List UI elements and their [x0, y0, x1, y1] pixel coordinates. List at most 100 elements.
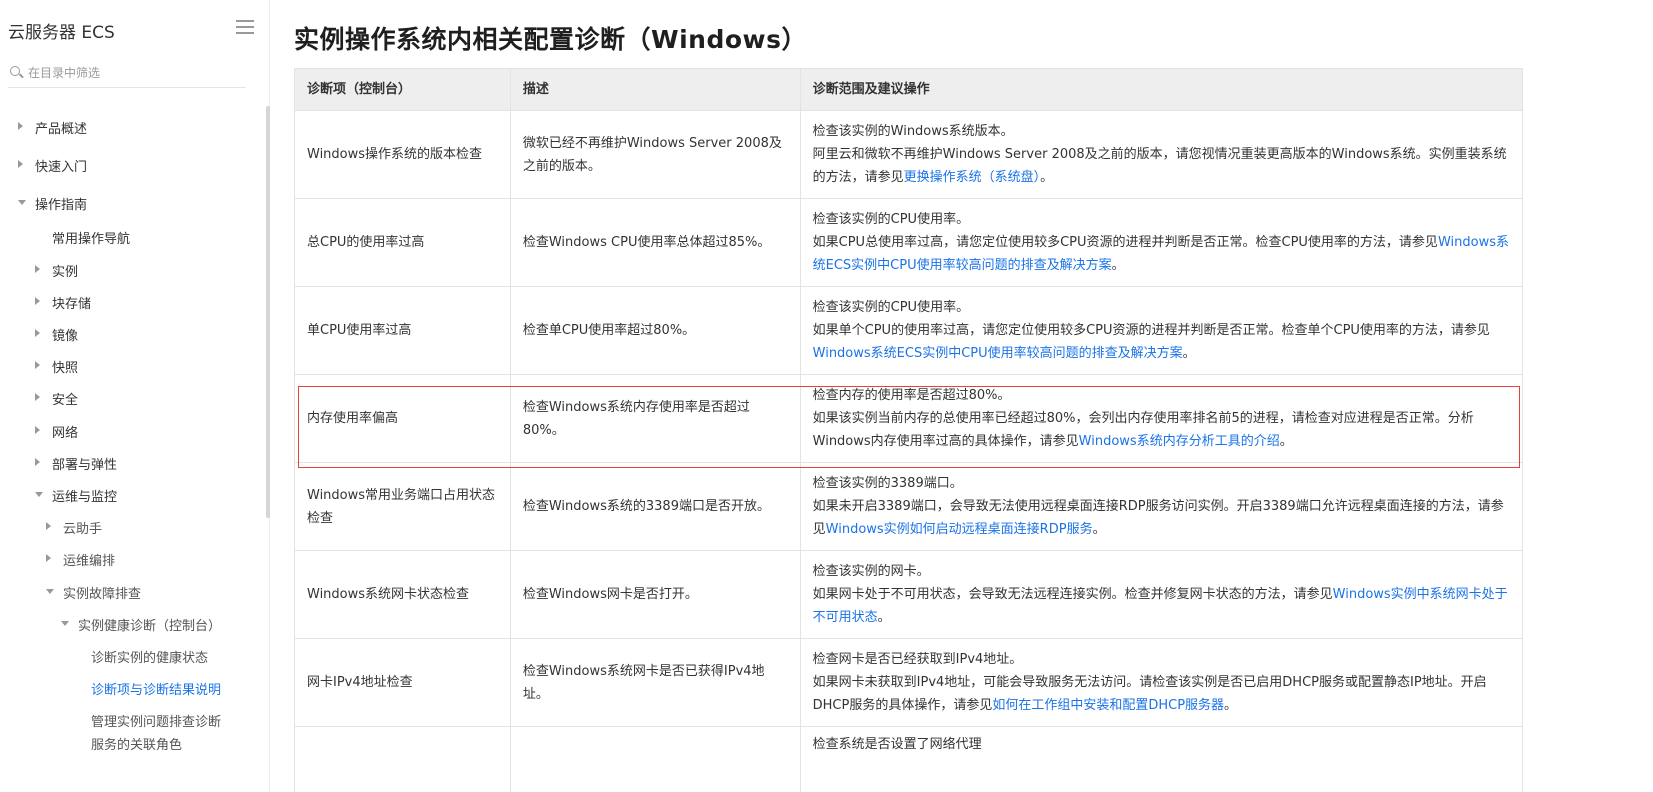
table-row: Windows操作系统的版本检查 微软已经不再维护Windows Server …: [294, 110, 1524, 199]
nav-item-manage-role-cont[interactable]: 服务的关联角色: [91, 734, 182, 753]
chevron-down-icon: [46, 589, 54, 594]
nav-item-deploy-elastic[interactable]: 部署与弹性: [35, 454, 118, 473]
nav-item-troubleshoot[interactable]: 实例故障排查: [46, 583, 142, 602]
nav-label: 操作指南: [35, 198, 88, 213]
nav-label: 实例故障排查: [63, 587, 142, 602]
nav-label: 产品概述: [35, 122, 88, 137]
diag-item-cell: 内存使用率偏高: [294, 374, 511, 463]
nav-item-health-diagnosis[interactable]: 实例健康诊断（控制台）: [61, 615, 222, 634]
nav-item-product-overview[interactable]: 产品概述: [18, 118, 88, 137]
diag-item-cell: 单CPU使用率过高: [294, 286, 511, 375]
diag-item-cell: Windows系统网卡状态检查: [294, 550, 511, 639]
chevron-right-icon: [35, 297, 40, 305]
table-row: Windows系统网卡状态检查 检查Windows网卡是否打开。 检查该实例的网…: [294, 550, 1524, 639]
advice-cell: 检查该实例的Windows系统版本。 阿里云和微软不再维护Windows Serv…: [799, 110, 1524, 199]
nav-item-common-ops[interactable]: 常用操作导航: [52, 228, 130, 247]
advice-line: 检查内存的使用率是否超过80%。: [812, 388, 1011, 403]
advice-text: 如果单个CPU的使用率过高，请您定位使用较多CPU资源的进程并判断是否正常。检查…: [812, 323, 1490, 338]
doc-link[interactable]: 如何在工作组中安装和配置DHCP服务器: [992, 698, 1224, 713]
diag-item-cell: 总CPU的使用率过高: [294, 198, 511, 287]
advice-cell: 检查系统是否设置了网络代理: [799, 726, 1524, 792]
advice-tail: 。: [1092, 522, 1106, 537]
nav-item-quick-start[interactable]: 快速入门: [18, 156, 87, 175]
nav-item-instance[interactable]: 实例: [35, 261, 79, 280]
nav-label: 镜像: [52, 329, 79, 344]
column-header: 诊断项（控制台）: [294, 68, 511, 111]
nav-label: 诊断项与诊断结果说明: [91, 683, 222, 698]
advice-tail: 。: [1279, 434, 1293, 449]
advice-tail: 。: [1040, 170, 1054, 185]
chevron-down-icon: [61, 621, 69, 626]
chevron-right-icon: [18, 160, 23, 168]
product-title: 云服务器 ECS: [8, 23, 115, 43]
page-title: 实例操作系统内相关配置诊断（Windows）: [294, 25, 807, 54]
chevron-down-icon: [35, 492, 43, 497]
nav-item-oos[interactable]: 运维编排: [46, 550, 116, 569]
sidebar-scrollbar[interactable]: [266, 106, 270, 518]
diag-item-cell: 网卡IPv4地址检查: [294, 638, 511, 727]
advice-line: 检查该实例的3389端口。: [812, 476, 963, 491]
nav-label: 运维编排: [63, 554, 116, 569]
description-cell: 检查单CPU使用率超过80%。: [509, 286, 801, 375]
nav-item-block-storage[interactable]: 块存储: [35, 293, 91, 312]
nav-item-user-guide[interactable]: 操作指南: [18, 194, 88, 213]
nav-label: 管理实例问题排查诊断: [91, 715, 222, 730]
nav-item-network[interactable]: 网络: [35, 422, 79, 441]
advice-line: 检查该实例的Windows系统版本。: [812, 124, 1014, 139]
chevron-right-icon: [35, 361, 40, 369]
toc-filter-input[interactable]: [28, 63, 238, 83]
chevron-right-icon: [46, 522, 51, 530]
column-header: 诊断范围及建议操作: [799, 68, 1524, 111]
advice-cell: 检查该实例的CPU使用率。如果CPU总使用率过高，请您定位使用较多CPU资源的进…: [799, 198, 1524, 287]
nav-item-security[interactable]: 安全: [35, 389, 78, 408]
chevron-right-icon: [18, 122, 23, 130]
description-cell: 检查Windows网卡是否打开。: [509, 550, 801, 639]
doc-link[interactable]: 更换操作系统（系统盘）: [904, 170, 1041, 185]
nav-item-ops-monitor[interactable]: 运维与监控: [35, 486, 117, 505]
advice-text: 如果CPU总使用率过高，请您定位使用较多CPU资源的进程并判断是否正常。检查CP…: [812, 235, 1438, 250]
advice-line: 检查该实例的网卡。: [812, 564, 930, 579]
nav-label: 快照: [52, 361, 79, 376]
nav-item-diag-items-results[interactable]: 诊断项与诊断结果说明: [91, 679, 221, 698]
nav-item-cloud-assistant[interactable]: 云助手: [46, 518, 103, 537]
doc-link[interactable]: Windows系统内存分析工具的介绍: [1079, 434, 1280, 449]
description-cell: 检查Windows系统的3389端口是否开放。: [509, 462, 801, 551]
nav-label: 云助手: [63, 522, 103, 537]
chevron-right-icon: [35, 329, 40, 337]
description-cell: [509, 726, 801, 792]
advice-tail: 。: [877, 610, 891, 625]
description-cell: 微软已经不再维护Windows Server 2008及之前的版本。: [509, 110, 801, 199]
nav-label: 部署与弹性: [52, 458, 118, 473]
doc-link[interactable]: Windows实例如何启动远程桌面连接RDP服务: [826, 522, 1093, 537]
nav-item-snapshot[interactable]: 快照: [35, 357, 79, 376]
advice-tail: 。: [1111, 258, 1125, 273]
hamburger-menu-icon[interactable]: [236, 20, 254, 36]
nav-label: 实例: [52, 265, 79, 280]
sidebar: 云服务器 ECS 产品概述 快速入门 操作指南 常用操作导航 实例 块存储 镜像…: [0, 0, 270, 792]
table-row: 网卡IPv4地址检查 检查Windows系统网卡是否已获得IPv4地址。 检查网…: [294, 638, 1524, 727]
advice-cell: 检查内存的使用率是否超过80%。 如果该实例当前内存的总使用率已经超过80%，会列…: [799, 374, 1524, 463]
chevron-down-icon: [18, 200, 26, 205]
nav-item-image[interactable]: 镜像: [35, 325, 79, 344]
chevron-right-icon: [35, 265, 40, 273]
nav-label: 网络: [52, 426, 79, 441]
chevron-right-icon: [35, 458, 40, 466]
chevron-right-icon: [35, 393, 40, 401]
nav-item-manage-role[interactable]: 管理实例问题排查诊断: [91, 711, 221, 730]
advice-line: 检查该实例的CPU使用率。: [812, 212, 970, 227]
nav-label: 实例健康诊断（控制台）: [78, 619, 222, 634]
table-header-row: 诊断项（控制台） 描述 诊断范围及建议操作: [294, 68, 1524, 111]
table-row-highlighted: 内存使用率偏高 检查Windows系统内存使用率是否超过80%。 检查内存的使用…: [294, 374, 1524, 463]
description-cell: 检查Windows CPU使用率总体超过85%。: [509, 198, 801, 287]
table-row: 单CPU使用率过高 检查单CPU使用率超过80%。 检查该实例的CPU使用率。如…: [294, 286, 1524, 375]
description-cell: 检查Windows系统网卡是否已获得IPv4地址。: [509, 638, 801, 727]
advice-cell: 检查该实例的3389端口。 如果未开启3389端口，会导致无法使用远程桌面连接RD…: [799, 462, 1524, 551]
chevron-right-icon: [35, 426, 40, 434]
nav-label: 常用操作导航: [52, 232, 131, 247]
nav-label: 诊断实例的健康状态: [91, 651, 209, 666]
table-row: 检查系统是否设置了网络代理: [294, 726, 1524, 792]
diagnosis-table: 诊断项（控制台） 描述 诊断范围及建议操作 Windows操作系统的版本检查 微…: [294, 68, 1524, 792]
search-icon: [10, 66, 20, 76]
nav-item-diagnose-health[interactable]: 诊断实例的健康状态: [91, 647, 208, 666]
doc-link[interactable]: Windows系统ECS实例中CPU使用率较高问题的排查及解决方案: [813, 346, 1183, 361]
